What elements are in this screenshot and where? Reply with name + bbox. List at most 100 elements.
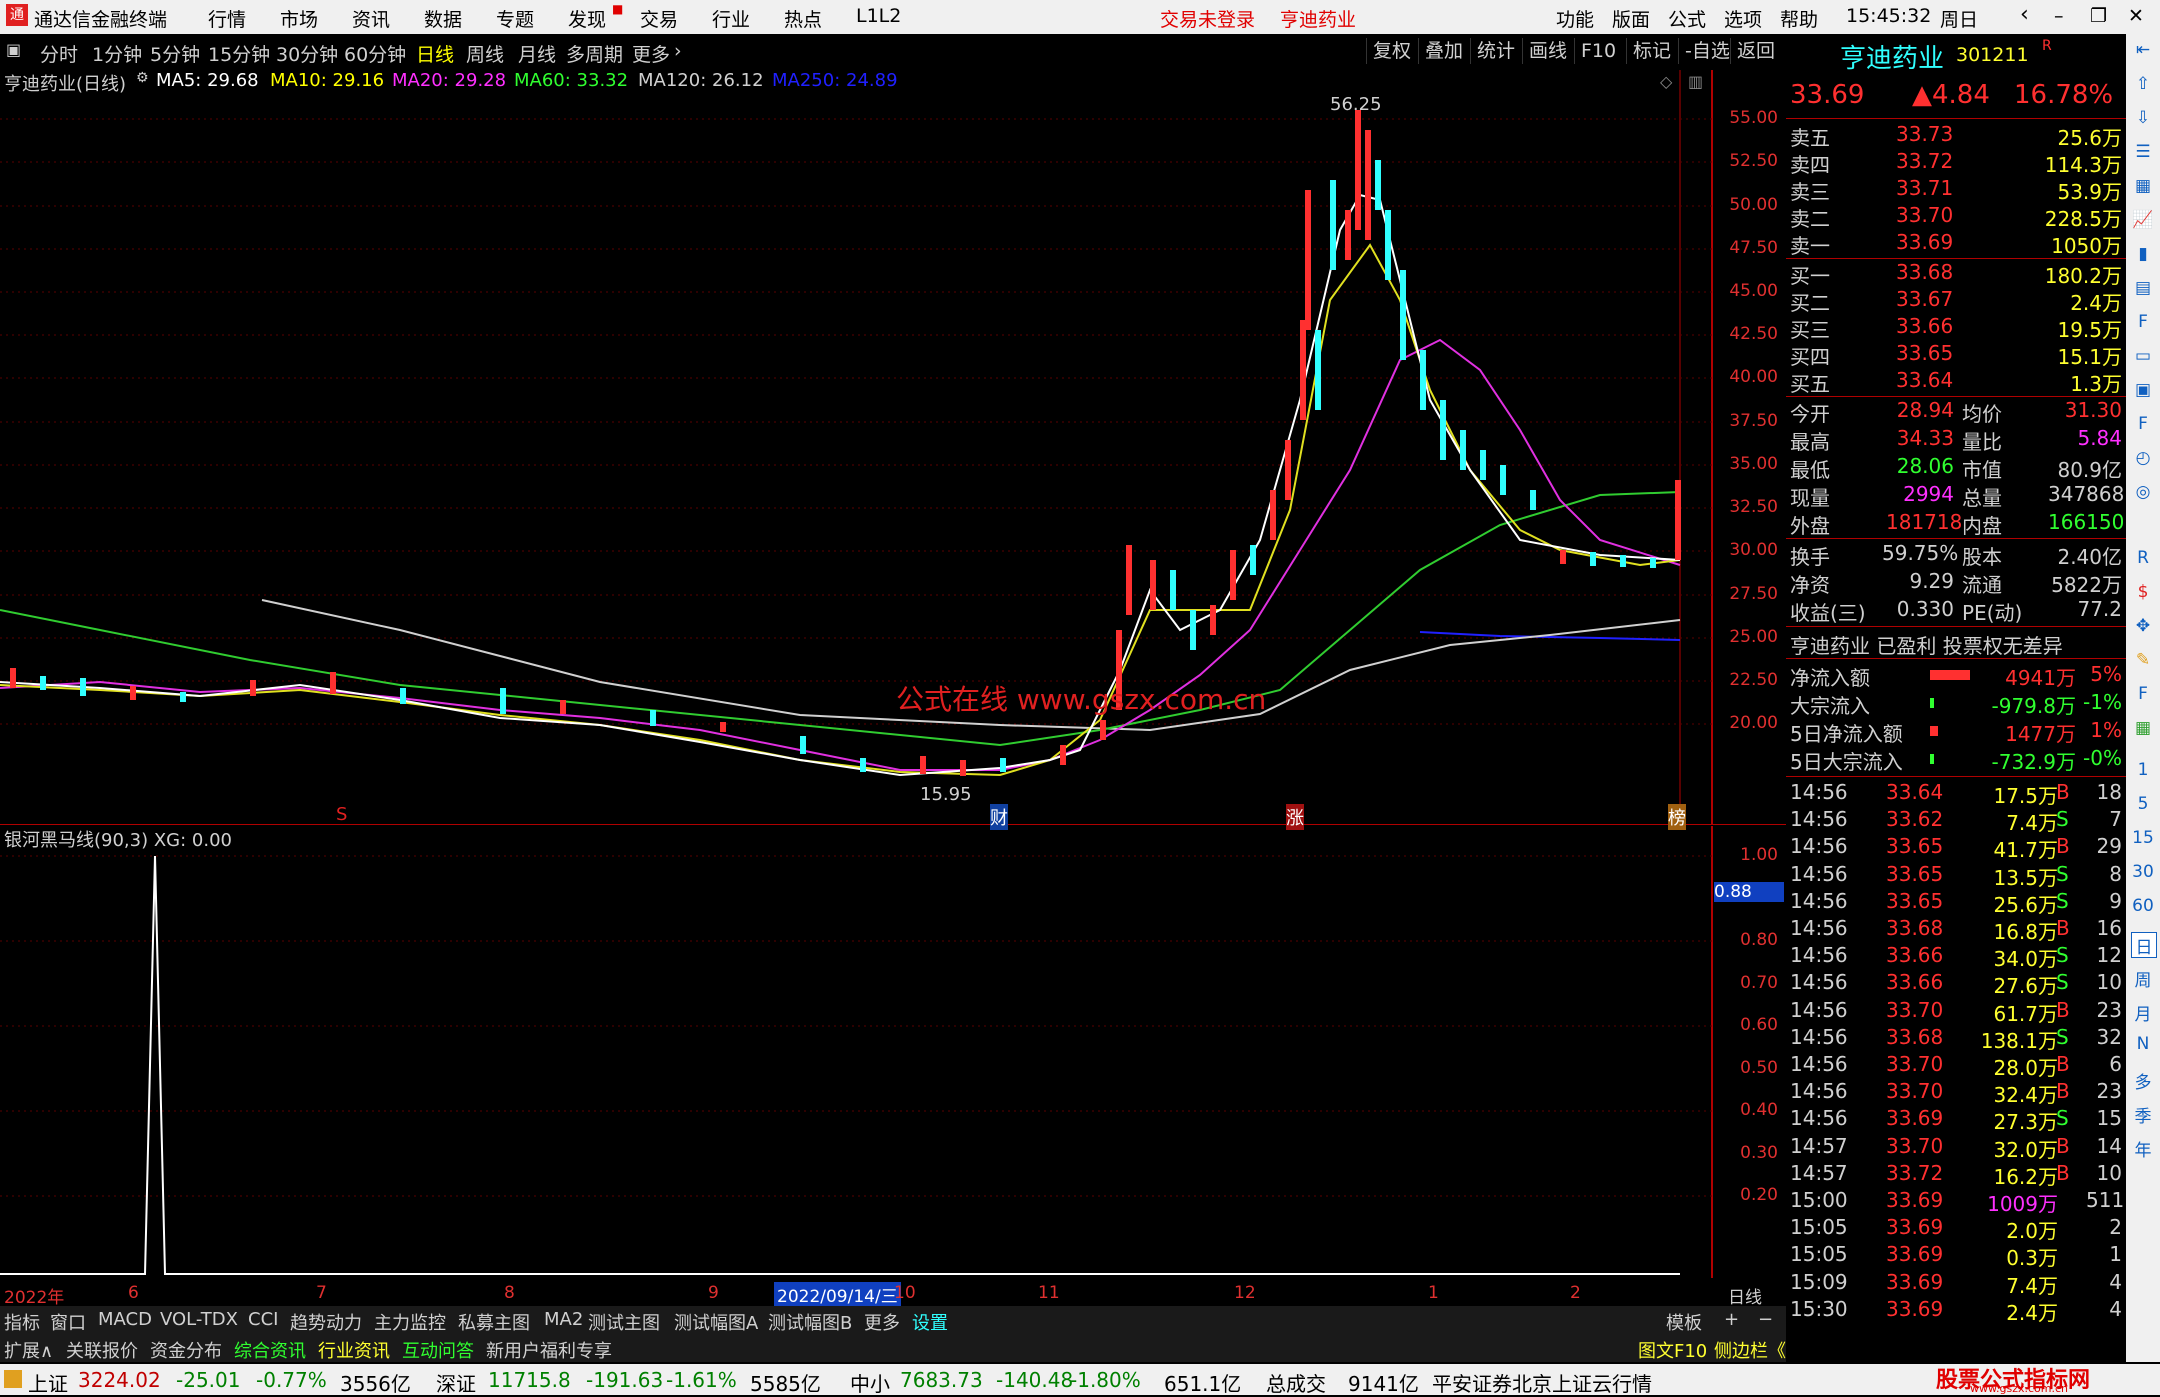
menu-item-jiaoyi[interactable]: 交易 [640, 5, 678, 32]
period-15min[interactable]: 15分钟 [208, 40, 270, 67]
side-num-30[interactable]: 30 [2131, 862, 2155, 886]
rsi-icon[interactable]: R [2131, 548, 2155, 572]
list-icon[interactable]: ☰ [2131, 142, 2155, 166]
menu-item-gongshi[interactable]: 公式 [1668, 5, 1706, 32]
green-icon[interactable]: ▦ [2131, 718, 2155, 742]
table-icon[interactable]: ▤ [2131, 278, 2155, 302]
tab-more[interactable]: 更多 [864, 1309, 900, 1335]
tab-test-sub-b[interactable]: 测试幅图B [768, 1309, 852, 1335]
back-button[interactable]: 返回 [1730, 38, 1781, 64]
tab-zhibiao[interactable]: 指标 [4, 1309, 40, 1335]
fuquan-button[interactable]: 复权 [1366, 38, 1417, 64]
side-n[interactable]: N [2131, 1034, 2155, 1058]
tab-interactive-qa[interactable]: 互动问答 [402, 1337, 474, 1363]
tab-fund-distribution[interactable]: 资金分布 [150, 1337, 222, 1363]
line-chart-icon[interactable]: 📈 [2131, 210, 2155, 234]
dollar-icon[interactable]: $ [2131, 582, 2155, 606]
up-arrow-icon[interactable]: ⇧ [2131, 74, 2155, 98]
tab-trend-power[interactable]: 趋势动力 [290, 1309, 362, 1335]
menu-item-banmian[interactable]: 版面 [1612, 5, 1650, 32]
period-weekly[interactable]: 周线 [466, 40, 504, 67]
period-5min[interactable]: 5分钟 [150, 40, 200, 67]
menu-item-hangqing[interactable]: 行情 [208, 5, 246, 32]
diamond-icon[interactable]: ◇ [1660, 72, 1672, 91]
restore-icon[interactable]: ❐ [2090, 5, 2107, 27]
side-year[interactable]: 年 [2131, 1136, 2155, 1161]
tab-macd[interactable]: MACD [98, 1309, 152, 1330]
f10-icon[interactable]: F [2131, 312, 2155, 336]
side-multi[interactable]: 多 [2131, 1068, 2155, 1093]
login-status[interactable]: 交易未登录 [1160, 5, 1255, 32]
template-button[interactable]: 模板 [1666, 1309, 1702, 1335]
pencil-icon[interactable]: ✎ [2131, 650, 2155, 674]
side-num-60[interactable]: 60 [2131, 896, 2155, 920]
remove-watchlist-button[interactable]: -自选 [1678, 38, 1736, 64]
menu-item-zixun[interactable]: 资讯 [352, 5, 390, 32]
doc-icon[interactable]: ▭ [2131, 346, 2155, 370]
crosshair-icon[interactable]: ✥ [2131, 616, 2155, 640]
zx-label[interactable]: 中小 [850, 1368, 890, 1397]
tab-main-monitor[interactable]: 主力监控 [374, 1309, 446, 1335]
side-quarter[interactable]: 季 [2131, 1102, 2155, 1127]
menu-item-bangzhu[interactable]: 帮助 [1780, 5, 1818, 32]
marker-s[interactable]: S [336, 804, 347, 825]
minimize-icon[interactable]: – [2054, 5, 2064, 27]
tab-test-sub-a[interactable]: 测试幅图A [674, 1309, 758, 1335]
tab-vol-tdx[interactable]: VOL-TDX [160, 1309, 238, 1330]
close-icon[interactable]: ✕ [2128, 5, 2144, 27]
menu-item-l1l2[interactable]: L1L2 [856, 5, 901, 27]
side-weekly[interactable]: 周 [2131, 966, 2155, 991]
collapse-icon[interactable]: ⇤ [2131, 40, 2155, 64]
period-more[interactable]: 更多 [632, 40, 670, 67]
side-daily[interactable]: 日 [2131, 932, 2157, 958]
menu-item-gongneng[interactable]: 功能 [1556, 5, 1594, 32]
tab-related-quotes[interactable]: 关联报价 [66, 1337, 138, 1363]
menu-item-shuju[interactable]: 数据 [424, 5, 462, 32]
layout-icon[interactable]: ▥ [1688, 72, 1703, 91]
main-kline-chart[interactable]: 亨迪药业(日线) ⚙ MA5: 29.68 MA10: 29.16 MA20: … [0, 70, 1786, 830]
tab-expand[interactable]: 扩展∧ [4, 1337, 53, 1363]
menu-item-xuanxiang[interactable]: 选项 [1724, 5, 1762, 32]
side-num-1[interactable]: 1 [2131, 760, 2155, 784]
sz-label[interactable]: 深证 [436, 1368, 476, 1397]
tab-general-info[interactable]: 综合资讯 [234, 1337, 306, 1363]
period-multi[interactable]: 多周期 [566, 40, 623, 67]
fs-icon[interactable]: F [2131, 684, 2155, 708]
f2-icon[interactable]: F [2131, 414, 2155, 438]
menu-item-shichang[interactable]: 市场 [280, 5, 318, 32]
tab-private-main[interactable]: 私募主图 [458, 1309, 530, 1335]
side-num-15[interactable]: 15 [2131, 828, 2155, 852]
tab-sidebar[interactable]: 侧边栏《 [1714, 1337, 1786, 1363]
period-monthly[interactable]: 月线 [518, 40, 556, 67]
clock-icon[interactable]: ◴ [2131, 448, 2155, 472]
settings-circle-icon[interactable]: ⚙ [136, 70, 149, 86]
down-arrow-icon[interactable]: ⇩ [2131, 108, 2155, 132]
menu-item-redian[interactable]: 热点 [784, 5, 822, 32]
overlay-button[interactable]: 叠加 [1418, 38, 1469, 64]
sh-label[interactable]: 上证 [28, 1368, 68, 1397]
menu-item-zhuanti[interactable]: 专题 [496, 5, 534, 32]
grid-icon[interactable]: ▦ [2131, 176, 2155, 200]
period-daily[interactable]: 日线 [416, 40, 454, 67]
menu-item-faxian[interactable]: 发现 [568, 5, 606, 32]
remove-window-button[interactable]: − [1758, 1309, 1773, 1330]
tab-settings[interactable]: 设置 [912, 1309, 948, 1335]
tab-chuangkou[interactable]: 窗口 [50, 1309, 86, 1335]
tab-cci[interactable]: CCI [248, 1309, 278, 1330]
tab-new-user-benefit[interactable]: 新用户福利专享 [486, 1337, 612, 1363]
candle-icon[interactable]: ▮ [2131, 244, 2155, 268]
panel-toggle-icon[interactable]: ▣ [6, 40, 21, 59]
add-window-button[interactable]: + [1724, 1309, 1739, 1330]
tab-f10[interactable]: 图文F10 [1638, 1337, 1707, 1363]
menu-item-hangye[interactable]: 行业 [712, 5, 750, 32]
side-monthly[interactable]: 月 [2131, 1000, 2155, 1025]
period-1min[interactable]: 1分钟 [92, 40, 142, 67]
period-30min[interactable]: 30分钟 [276, 40, 338, 67]
f10-button[interactable]: F10 [1574, 38, 1622, 64]
side-num-5[interactable]: 5 [2131, 794, 2155, 818]
calendar-icon[interactable]: ▣ [2131, 380, 2155, 404]
tab-ma2[interactable]: MA2 [544, 1309, 583, 1330]
period-fenshi[interactable]: 分时 [40, 40, 78, 67]
stats-button[interactable]: 统计 [1470, 38, 1521, 64]
circle-icon[interactable]: ◎ [2131, 482, 2155, 506]
